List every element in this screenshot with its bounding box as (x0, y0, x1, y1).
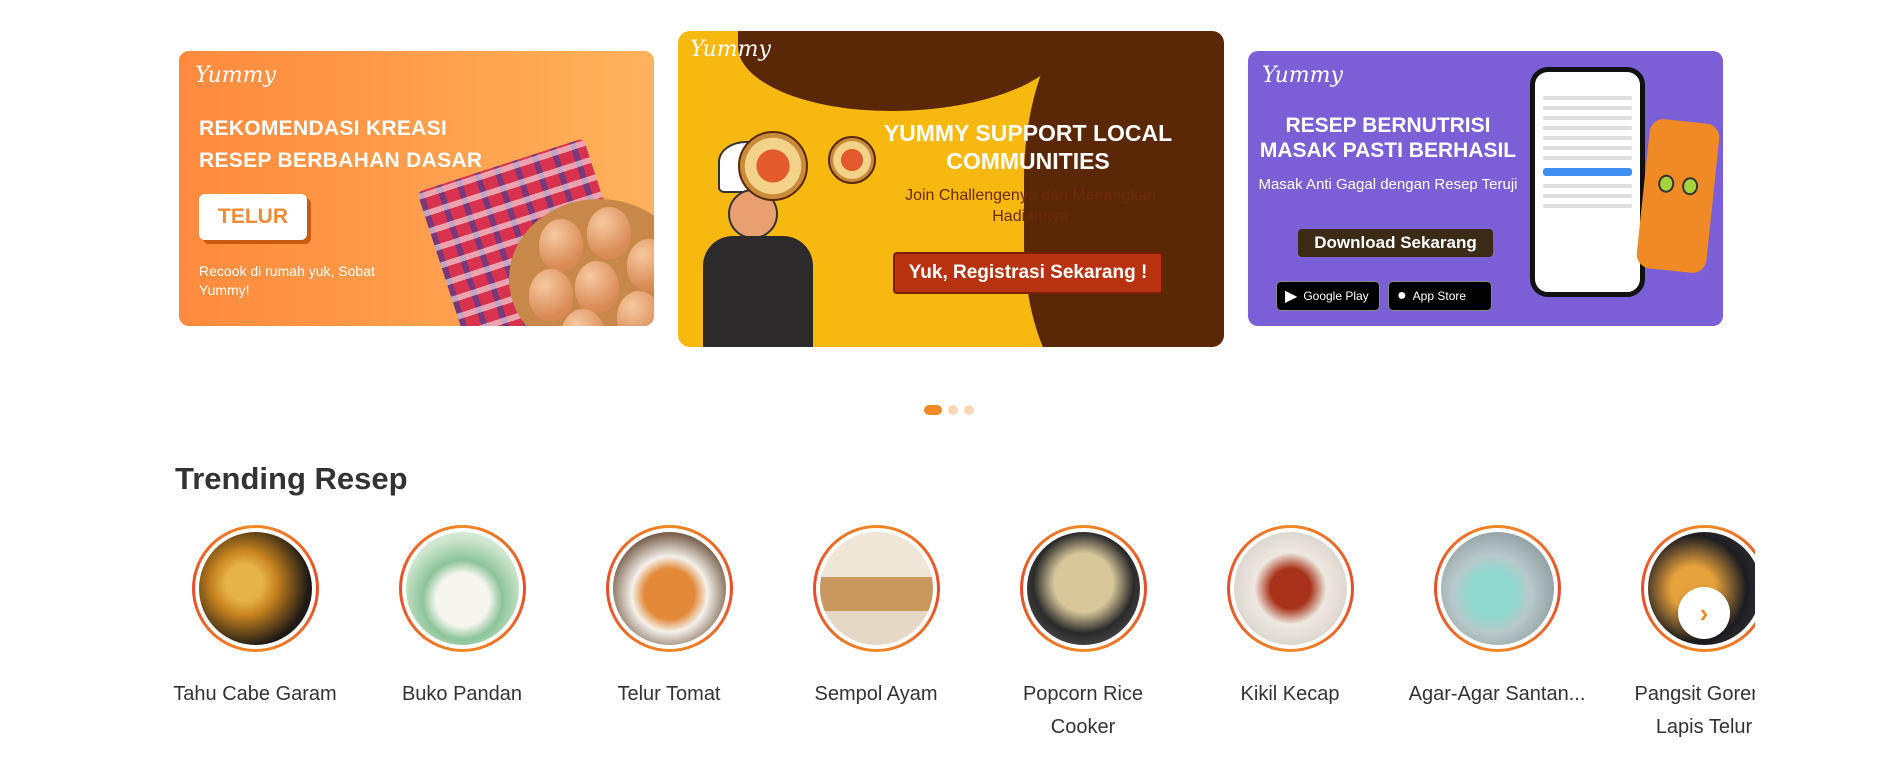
carousel-dot[interactable] (964, 405, 974, 415)
yummy-logo: Yummy (690, 37, 771, 62)
banner-cta-button[interactable]: TELUR (199, 194, 307, 240)
google-play-icon: ▶ (1285, 288, 1298, 305)
recipe-item[interactable]: Sempol Ayam (781, 525, 971, 711)
recipe-label: Telur Tomat (617, 683, 721, 705)
chevron-right-icon: › (1699, 597, 1709, 628)
banner-headline: RESEP BERNUTRISI MASAK PASTI BERHASIL (1259, 114, 1517, 162)
banner-headline: REKOMENDASI KREASI RESEP BERBAHAN DASAR (199, 117, 483, 172)
mascot-illustration (1635, 117, 1721, 275)
promo-carousel: Yummy REKOMENDASI KREASI RESEP BERBAHAN … (0, 0, 1898, 415)
recipe-photo (1233, 532, 1347, 645)
recipe-label: Popcorn Rice Cooker (1022, 683, 1144, 738)
google-play-badge[interactable]: ▶ Google Play (1276, 281, 1380, 311)
recipe-photo (1440, 532, 1554, 645)
recipe-label: Pangsit Goreng Lapis Telur (1634, 683, 1756, 738)
recipe-item[interactable]: Agar-Agar Santan... (1402, 525, 1592, 711)
yummy-logo: Yummy (1262, 63, 1343, 88)
recipe-label: Sempol Ayam (814, 683, 938, 705)
apple-icon: ● (1397, 287, 1407, 304)
recipe-photo (819, 532, 933, 645)
recipe-label: Agar-Agar Santan... (1408, 683, 1586, 705)
trending-recipes-list: Tahu Cabe Garam Buko Pandan Telur Tomat … (160, 525, 1755, 770)
carousel-dot[interactable] (924, 405, 942, 415)
recipe-photo (612, 532, 726, 645)
banner-community[interactable]: Yummy YUMMY SUPPORT LOCAL COMMUNITIES Jo… (678, 31, 1224, 347)
section-title: Trending Resep (175, 461, 408, 496)
app-store-badge[interactable]: ● App Store (1388, 281, 1492, 311)
banner-download-app[interactable]: Yummy RESEP BERNUTRISI MASAK PASTI BERHA… (1248, 51, 1723, 326)
recipe-item[interactable]: Kikil Kecap (1195, 525, 1385, 711)
recipe-photo (405, 532, 519, 645)
banner-subtext: Recook di rumah yuk, Sobat Yummy! (199, 263, 375, 298)
recipe-item[interactable]: Tahu Cabe Garam (160, 525, 350, 711)
recipe-item[interactable]: Telur Tomat (574, 525, 764, 711)
recipe-item[interactable]: Popcorn Rice Cooker (988, 525, 1178, 744)
next-button[interactable]: › (1678, 587, 1730, 639)
recipe-label: Tahu Cabe Garam (173, 683, 337, 705)
banner-telur[interactable]: Yummy REKOMENDASI KREASI RESEP BERBAHAN … (179, 51, 654, 326)
banner-subtext: Masak Anti Gagal dengan Resep Teruji (1258, 176, 1518, 193)
recipe-item[interactable]: Pangsit Goreng Lapis Telur (1609, 525, 1755, 744)
recipe-label: Buko Pandan (401, 683, 523, 705)
banner-headline: YUMMY SUPPORT LOCAL COMMUNITIES (883, 120, 1173, 174)
phone-mockup-image (1530, 67, 1645, 297)
download-button[interactable]: Download Sekarang (1298, 229, 1493, 257)
recipe-item[interactable]: Buko Pandan (367, 525, 557, 711)
carousel-pagination (924, 405, 974, 415)
recipe-label: Kikil Kecap (1240, 683, 1340, 705)
carousel-dot[interactable] (948, 405, 958, 415)
recipe-photo (1026, 532, 1140, 645)
pizza-illustration (828, 136, 876, 184)
recipe-photo (198, 532, 312, 645)
yummy-logo: Yummy (195, 63, 276, 88)
pizza-illustration (738, 131, 808, 201)
banner-subtext: Join Challengenya dan Menangkan Hadiahny… (905, 187, 1156, 225)
register-button[interactable]: Yuk, Registrasi Sekarang ! (893, 252, 1163, 294)
